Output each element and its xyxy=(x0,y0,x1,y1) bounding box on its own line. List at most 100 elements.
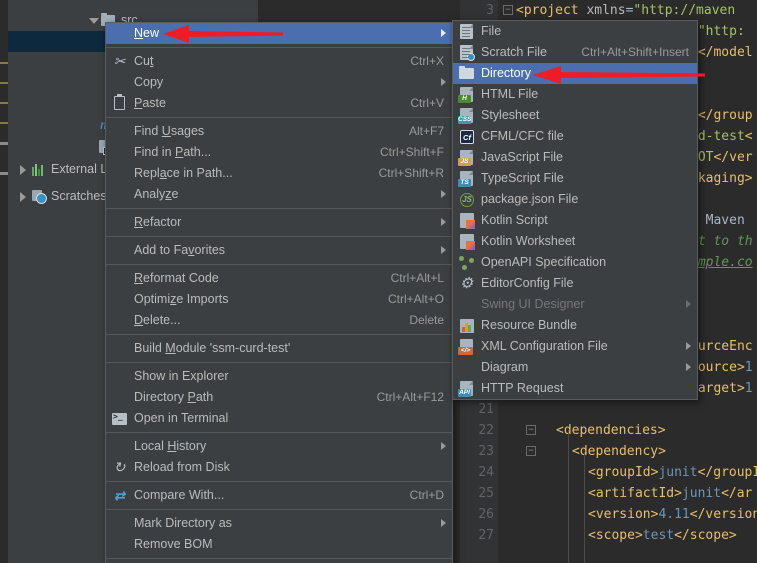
none-icon xyxy=(108,436,134,457)
library-icon xyxy=(30,159,48,180)
css-file-icon: CSS xyxy=(455,105,481,126)
none-icon xyxy=(108,387,134,408)
submenu-item-cfml-file[interactable]: Cf CFML/CFC file xyxy=(453,126,697,147)
cut-icon: ✂ xyxy=(113,53,126,69)
context-menu[interactable]: New ✂ Cut Ctrl+X Copy Paste Ctrl+V Find … xyxy=(105,22,453,563)
code-line: ample.co xyxy=(690,255,753,270)
fold-marker[interactable]: − xyxy=(526,425,536,435)
chevron-right-icon[interactable] xyxy=(16,159,30,180)
submenu-item-file[interactable]: File xyxy=(453,21,697,42)
submenu-item-http-request[interactable]: API HTTP Request xyxy=(453,378,697,399)
menu-item-refactor[interactable]: Refactor xyxy=(106,212,452,233)
menu-item-mark-directory-as[interactable]: Mark Directory as xyxy=(106,513,452,534)
file-icon xyxy=(455,21,481,42)
submenu-item-stylesheet[interactable]: CSS Stylesheet xyxy=(453,105,697,126)
submenu-item-label: OpenAPI Specification xyxy=(481,255,607,269)
menu-item-add-to-favorites[interactable]: Add to Favorites xyxy=(106,240,452,261)
menu-item-shortcut: Delete xyxy=(409,313,444,327)
menu-item-shortcut: Ctrl+X xyxy=(410,54,444,68)
submenu-item-package-json-file[interactable]: JS package.json File xyxy=(453,189,697,210)
submenu-item-shortcut: Ctrl+Alt+Shift+Insert xyxy=(581,45,689,59)
submenu-item-kotlin-worksheet[interactable]: Kotlin Worksheet xyxy=(453,231,697,252)
code-line: <version>4.11</version xyxy=(588,507,757,522)
menu-item-label: Reformat Code xyxy=(134,271,219,285)
menu-separator xyxy=(106,47,452,48)
chevron-down-icon[interactable] xyxy=(86,10,100,31)
submenu-item-xml-configuration-file[interactable]: </> XML Configuration File xyxy=(453,336,697,357)
submenu-item-kotlin-script[interactable]: Kotlin Script xyxy=(453,210,697,231)
html-file-icon: H xyxy=(455,84,481,105)
submenu-item-label: EditorConfig File xyxy=(481,276,574,290)
submenu-item-label: HTTP Request xyxy=(481,381,564,395)
none-icon xyxy=(455,357,481,378)
menu-item-label: Refactor xyxy=(134,215,182,229)
submenu-item-html-file[interactable]: H HTML File xyxy=(453,84,697,105)
submenu-item-directory[interactable]: Directory xyxy=(453,63,697,84)
submenu-item-label: Directory xyxy=(481,66,532,80)
menu-item-reload-from-disk[interactable]: ↻ Reload from Disk xyxy=(106,457,452,478)
submenu-item-diagram[interactable]: Diagram xyxy=(453,357,697,378)
submenu-arrow-icon xyxy=(441,442,446,450)
http-request-icon: API xyxy=(455,378,481,399)
submenu-arrow-icon xyxy=(441,78,446,86)
menu-item-label: Mark Directory as xyxy=(134,516,232,530)
menu-item-label: Delete... xyxy=(134,313,181,327)
line-number: 22 xyxy=(478,423,494,438)
menu-item-delete[interactable]: Delete... Delete xyxy=(106,310,452,331)
menu-item-compare-with[interactable]: ⇄ Compare With... Ctrl+D xyxy=(106,485,452,506)
menu-item-label: Open in Terminal xyxy=(134,411,229,425)
menu-item-shortcut: Ctrl+D xyxy=(409,488,444,502)
menu-item-shortcut: Alt+F7 xyxy=(408,124,444,138)
code-line: <project xmlns="http://maven xyxy=(516,3,736,18)
menu-item-paste[interactable]: Paste Ctrl+V xyxy=(106,93,452,114)
menu-separator xyxy=(106,362,452,363)
menu-item-replace-in-path[interactable]: Replace in Path... Ctrl+Shift+R xyxy=(106,163,452,184)
menu-item-directory-path[interactable]: Directory Path Ctrl+Alt+F12 xyxy=(106,387,452,408)
submenu-item-typescript-file[interactable]: TS TypeScript File xyxy=(453,168,697,189)
submenu-arrow-icon xyxy=(686,363,691,371)
menu-item-local-history[interactable]: Local History xyxy=(106,436,452,457)
menu-item-analyze[interactable]: Analyze xyxy=(106,184,452,205)
code-line: g</group xyxy=(690,108,753,123)
menu-item-find-in-path[interactable]: Find in Path... Ctrl+Shift+F xyxy=(106,142,452,163)
menu-item-open-in-terminal[interactable]: Open in Terminal xyxy=(106,408,452,429)
submenu-arrow-icon xyxy=(441,218,446,226)
menu-separator xyxy=(106,236,452,237)
submenu-item-scratch-file[interactable]: Scratch File Ctrl+Alt+Shift+Insert xyxy=(453,42,697,63)
fold-marker[interactable]: − xyxy=(526,446,536,456)
menu-item-label: Directory Path xyxy=(134,390,214,404)
menu-item-shortcut: Ctrl+Alt+F12 xyxy=(376,390,444,404)
submenu-item-label: HTML File xyxy=(481,87,539,101)
scratches-icon xyxy=(30,186,48,207)
menu-item-build-module[interactable]: Build Module 'ssm-curd-test' xyxy=(106,338,452,359)
menu-item-find-usages[interactable]: Find Usages Alt+F7 xyxy=(106,121,452,142)
fold-marker[interactable]: − xyxy=(503,5,513,15)
menu-item-new[interactable]: New xyxy=(106,23,452,44)
none-icon xyxy=(108,23,134,44)
none-icon xyxy=(108,366,134,387)
menu-item-cut[interactable]: ✂ Cut Ctrl+X xyxy=(106,51,452,72)
menu-item-optimize-imports[interactable]: Optimize Imports Ctrl+Alt+O xyxy=(106,289,452,310)
menu-item-copy[interactable]: Copy xyxy=(106,72,452,93)
new-submenu[interactable]: File Scratch File Ctrl+Alt+Shift+Insert … xyxy=(452,20,698,400)
menu-separator xyxy=(106,509,452,510)
submenu-item-javascript-file[interactable]: JS JavaScript File xyxy=(453,147,697,168)
code-line: <groupId>junit</groupI xyxy=(588,465,757,480)
submenu-item-resource-bundle[interactable]: Resource Bundle xyxy=(453,315,697,336)
submenu-item-label: CFML/CFC file xyxy=(481,129,564,143)
submenu-arrow-icon xyxy=(686,342,691,350)
submenu-arrow-icon xyxy=(441,29,446,37)
submenu-item-editorconfig-file[interactable]: ⚙ EditorConfig File xyxy=(453,273,697,294)
menu-item-shortcut: Ctrl+Shift+R xyxy=(378,166,444,180)
submenu-item-openapi-specification[interactable]: OpenAPI Specification xyxy=(453,252,697,273)
chevron-right-icon[interactable] xyxy=(16,186,30,207)
submenu-item-label: JavaScript File xyxy=(481,150,563,164)
none-icon xyxy=(108,72,134,93)
openapi-icon xyxy=(455,252,481,273)
submenu-item-label: Kotlin Worksheet xyxy=(481,234,576,248)
menu-item-remove-bom[interactable]: Remove BOM xyxy=(106,534,452,555)
menu-item-label: Compare With... xyxy=(134,488,225,502)
menu-item-reformat-code[interactable]: Reformat Code Ctrl+Alt+L xyxy=(106,268,452,289)
menu-item-show-in-explorer[interactable]: Show in Explorer xyxy=(106,366,452,387)
submenu-item-swing-ui-designer: Swing UI Designer xyxy=(453,294,697,315)
